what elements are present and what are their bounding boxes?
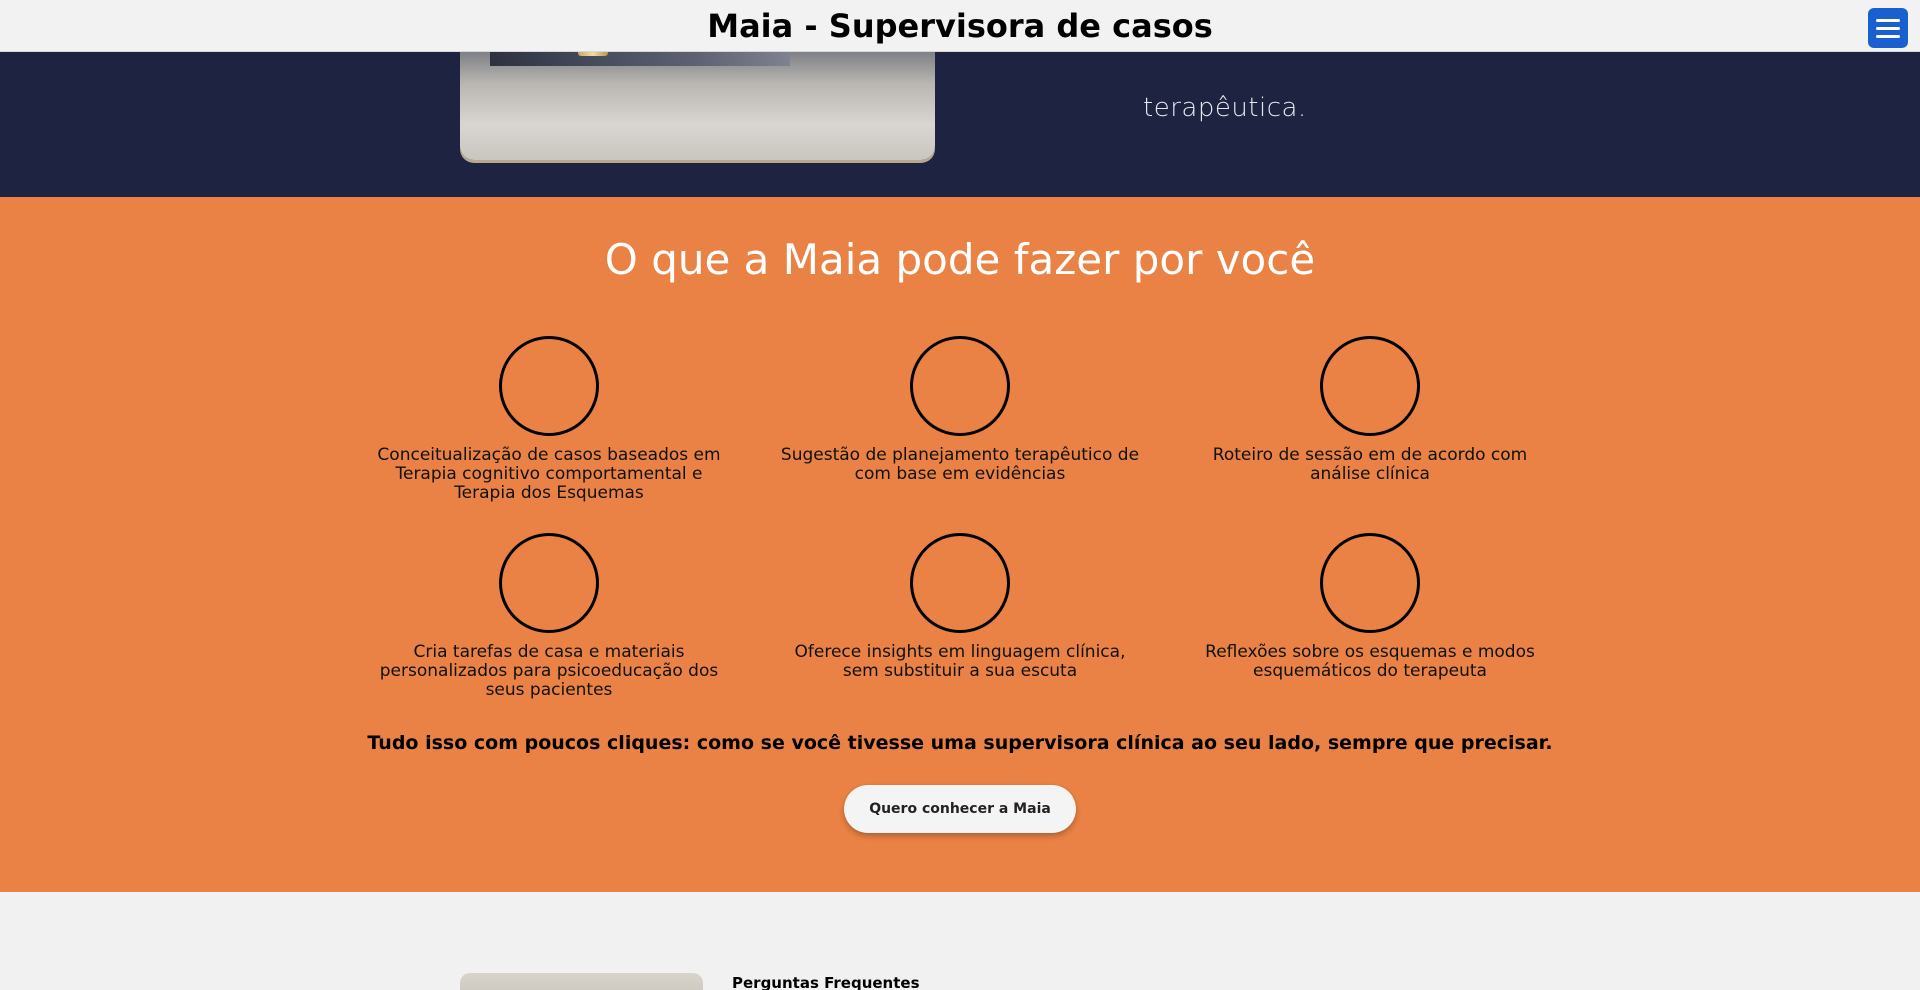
menu-line [1876, 18, 1900, 22]
feature-text: Conceitualização de casos baseados em Te… [377, 445, 721, 503]
features-title: O que a Maia pode fazer por você [604, 235, 1316, 284]
feature-text: Oferece insights em linguagem clínica, s… [794, 642, 1126, 681]
features-tagline: Tudo isso com poucos cliques: como se vo… [367, 732, 1553, 754]
feature-text: Cria tarefas de casa e materiais persona… [379, 642, 719, 700]
circle-icon [910, 533, 1010, 633]
features-section: O que a Maia pode fazer por você Conceit… [0, 197, 1920, 892]
faq-image [460, 973, 703, 990]
hero-photo [460, 42, 935, 160]
circle-icon [910, 336, 1010, 436]
feature-item: Roteiro de sessão em de acordo com análi… [1185, 336, 1555, 484]
circle-icon [499, 336, 599, 436]
faq-title: Perguntas Frequentes [732, 974, 920, 990]
circle-icon [1320, 533, 1420, 633]
circle-icon [499, 533, 599, 633]
hero-text-fragment: terapêutica. [1143, 93, 1307, 123]
feature-text: Roteiro de sessão em de acordo com análi… [1212, 445, 1528, 484]
feature-item: Oferece insights em linguagem clínica, s… [775, 533, 1145, 681]
hero-section: terapêutica. [0, 42, 1920, 197]
feature-text: Reflexões sobre os esquemas e modos esqu… [1205, 642, 1535, 681]
circle-icon [1320, 336, 1420, 436]
faq-section: Perguntas Frequentes [0, 892, 1920, 990]
feature-item: Conceitualização de casos baseados em Te… [364, 336, 734, 503]
site-title: Maia - Supervisora de casos [707, 6, 1213, 45]
menu-line [1876, 34, 1900, 38]
feature-item: Sugestão de planejamento terapêutico de … [775, 336, 1145, 484]
menu-line [1876, 26, 1900, 30]
top-bar: Maia - Supervisora de casos [0, 0, 1920, 52]
feature-item: Cria tarefas de casa e materiais persona… [364, 533, 734, 700]
hamburger-menu-icon[interactable] [1868, 8, 1908, 48]
cta-button[interactable]: Quero conhecer a Maia [844, 785, 1076, 833]
feature-item: Reflexões sobre os esquemas e modos esqu… [1185, 533, 1555, 681]
feature-text: Sugestão de planejamento terapêutico de … [780, 445, 1140, 484]
